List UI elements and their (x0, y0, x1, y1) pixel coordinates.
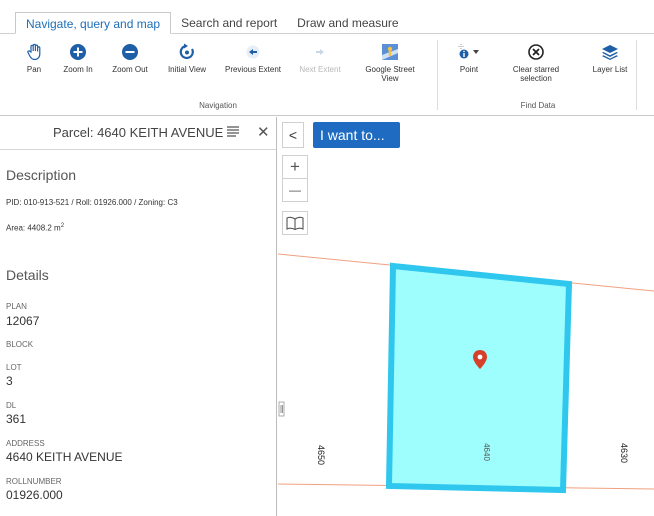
zoom-in-button[interactable]: Zoom In (58, 43, 98, 74)
zoom-out-label: Zoom Out (112, 65, 148, 74)
group-separator-end (636, 40, 637, 110)
map-zoom-in-button[interactable]: + (282, 155, 308, 179)
street-view-label-2: View (381, 74, 399, 83)
details-heading: Details (6, 267, 49, 283)
area-unit-sup: 2 (60, 223, 65, 229)
map-canvas[interactable]: 4650 4640 4630 (278, 117, 654, 516)
find-data-group-label: Find Data (520, 101, 556, 110)
zoom-in-icon (70, 44, 86, 60)
selected-parcel[interactable] (385, 262, 573, 494)
field-label-lot: LOT (6, 363, 22, 372)
field-label-rollnumber: ROLLNUMBER (6, 477, 62, 486)
pan-label: Pan (26, 65, 42, 74)
identify-point-icon (458, 44, 479, 59)
tab-navigate-query-map[interactable]: Navigate, query and map (15, 12, 172, 34)
field-label-plan: PLAN (6, 302, 27, 311)
parcel-label-4640: 4640 (482, 443, 491, 461)
navigation-group-label: Navigation (199, 101, 237, 110)
tab-draw-measure[interactable]: Draw and measure (287, 12, 408, 34)
layer-list-button[interactable]: Layer List (588, 43, 632, 74)
map-view[interactable]: 4650 4640 4630 < I want to... + — (278, 117, 654, 516)
parcel-label-4630: 4630 (619, 443, 629, 463)
panel-title: Parcel: 4640 KEITH AVENUE (53, 125, 224, 140)
field-value-address: 4640 KEITH AVENUE (6, 450, 123, 464)
point-label: Point (459, 65, 479, 74)
map-zoom-out-button[interactable]: — (282, 178, 308, 202)
layer-list-label: Layer List (592, 65, 628, 74)
panel-menu-icon[interactable] (226, 125, 240, 137)
collapse-panel-button[interactable]: < (282, 122, 304, 148)
zoom-out-icon (122, 44, 138, 60)
previous-extent-icon (246, 45, 260, 59)
previous-extent-button[interactable]: Previous Extent (220, 43, 286, 74)
parcel-details-panel: Parcel: 4640 KEITH AVENUE ✕ Description … (0, 117, 277, 516)
identify-point-button[interactable]: Point (448, 43, 490, 74)
description-line: PID: 010-913-521 / Roll: 01926.000 / Zon… (6, 198, 178, 207)
field-value-lot: 3 (6, 374, 13, 388)
ribbon-toolbar: Navigate, query and map Search and repor… (0, 0, 654, 116)
panel-resize-handle[interactable] (278, 399, 285, 419)
initial-view-icon (179, 43, 194, 60)
field-label-dl: DL (6, 401, 17, 410)
hand-icon (27, 43, 41, 61)
group-separator (437, 40, 438, 110)
next-extent-icon (316, 49, 324, 55)
description-heading: Description (6, 167, 77, 183)
pan-button[interactable]: Pan (14, 43, 54, 74)
panel-header: Parcel: 4640 KEITH AVENUE ✕ (0, 117, 276, 150)
clear-selection-label-2: selection (520, 74, 552, 83)
book-icon (286, 216, 304, 231)
bookmarks-button[interactable] (282, 211, 308, 235)
i-want-to-button[interactable]: I want to... (313, 122, 400, 148)
initial-view-label: Initial View (167, 65, 207, 74)
ribbon-tabs: Navigate, query and map Search and repor… (0, 12, 654, 34)
clear-selection-label-1: Clear starred (512, 65, 560, 74)
field-label-block: BLOCK (6, 340, 34, 349)
previous-extent-label: Previous Extent (224, 65, 282, 74)
layers-icon (602, 45, 618, 60)
zoom-out-button[interactable]: Zoom Out (107, 43, 153, 74)
field-value-rollnumber: 01926.000 (6, 488, 63, 502)
clear-starred-selection-button[interactable]: Clear starred selection (503, 43, 569, 83)
clear-selection-icon (528, 44, 544, 60)
google-street-view-button[interactable]: Google Street View (358, 43, 422, 83)
street-view-label-1: Google Street (365, 65, 415, 74)
zoom-in-label: Zoom In (63, 65, 93, 74)
field-value-dl: 361 (6, 412, 27, 426)
parcel-label-4650: 4650 (316, 445, 326, 465)
field-label-address: ADDRESS (6, 439, 45, 448)
area-text: Area: 4408.2 m (6, 223, 61, 233)
next-extent-label: Next Extent (299, 65, 341, 74)
next-extent-button[interactable]: Next Extent (292, 43, 348, 74)
street-view-icon (382, 44, 398, 60)
area-line: Area: 4408.2 m2 (6, 223, 64, 233)
tab-search-report[interactable]: Search and report (171, 12, 287, 34)
initial-view-button[interactable]: Initial View (162, 43, 212, 74)
panel-close-button[interactable]: ✕ (257, 123, 270, 141)
field-value-plan: 12067 (6, 314, 40, 328)
